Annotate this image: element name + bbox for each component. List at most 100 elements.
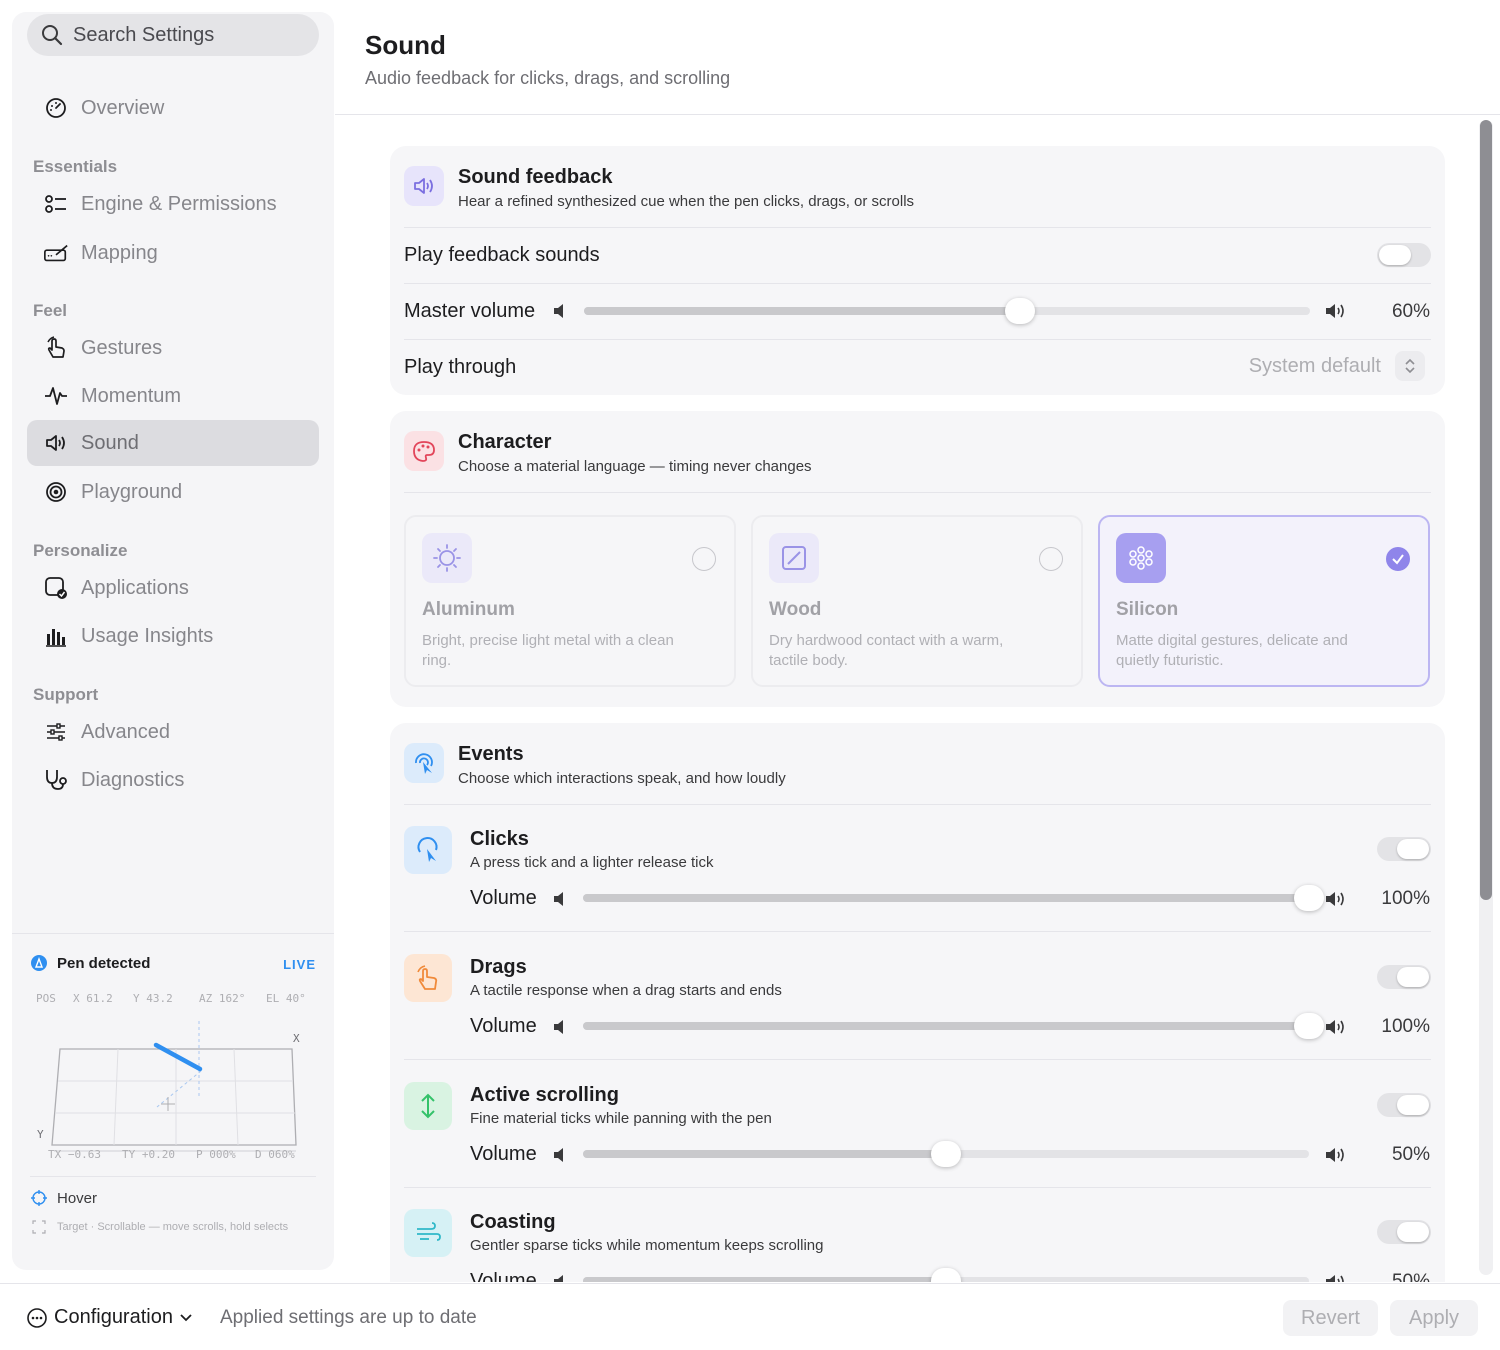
bar-chart-icon — [43, 623, 69, 649]
event-subtitle: A tactile response when a drag starts an… — [470, 982, 782, 999]
sidebar-item-momentum[interactable]: Momentum — [27, 373, 319, 419]
target-frame-icon — [32, 1220, 46, 1234]
list-toggle-icon — [43, 191, 69, 217]
card-subtitle: Choose which interactions speak, and how… — [458, 770, 786, 787]
azimuth: AZ 162° — [199, 992, 246, 1005]
sidebar-item-mapping[interactable]: Mapping — [27, 230, 319, 276]
slider-knob[interactable] — [931, 1141, 961, 1167]
palette-icon — [404, 431, 444, 471]
scrollbar-thumb[interactable] — [1480, 120, 1492, 900]
ellipsis-circle-icon — [27, 1307, 47, 1328]
click-cursor-icon — [404, 826, 452, 874]
sidebar-item-usage[interactable]: Usage Insights — [27, 613, 319, 659]
scroll-arrows-icon — [404, 1082, 452, 1130]
search-placeholder: Search Settings — [73, 23, 215, 46]
sliders-icon — [43, 719, 69, 745]
live-badge: LIVE — [283, 957, 316, 972]
sidebar-item-label: Gestures — [81, 336, 163, 359]
sidebar-item-applications[interactable]: Applications — [27, 565, 319, 611]
settings-scroll-area[interactable]: Sound feedback Hear a refined synthesize… — [335, 116, 1500, 1282]
material-radio[interactable] — [1039, 547, 1063, 571]
apply-status: Applied settings are up to date — [220, 1307, 477, 1328]
event-title: Active scrolling — [470, 1084, 619, 1106]
divider — [404, 492, 1431, 493]
drags-toggle[interactable] — [1377, 965, 1431, 989]
slider-knob[interactable] — [1294, 885, 1324, 911]
pen-status: Pen detected — [57, 955, 151, 972]
hover-status: Hover — [57, 1190, 98, 1207]
revert-button[interactable]: Revert — [1283, 1300, 1378, 1336]
slider-knob[interactable] — [1294, 1013, 1324, 1039]
sidebar-item-advanced[interactable]: Advanced — [27, 709, 319, 755]
speaker-wave-icon — [404, 166, 444, 206]
character-card: Character Choose a material language — t… — [390, 411, 1445, 707]
gauge-icon — [43, 95, 69, 121]
sidebar-item-engine[interactable]: Engine & Permissions — [27, 181, 319, 227]
master-volume-slider[interactable] — [584, 298, 1310, 324]
material-wood[interactable]: Wood Dry hardwood contact with a warm, t… — [751, 515, 1083, 687]
clicks-toggle[interactable] — [1377, 837, 1431, 861]
material-name: Silicon — [1116, 599, 1179, 620]
group-essentials: Essentials — [33, 157, 118, 176]
tilt-x: TX −0.63 — [48, 1148, 101, 1161]
sidebar-item-playground[interactable]: Playground — [27, 469, 319, 515]
slider-knob[interactable] — [931, 1268, 961, 1282]
stethoscope-icon — [43, 767, 69, 793]
configuration-menu[interactable]: Configuration — [26, 1306, 193, 1329]
drags-volume-slider[interactable] — [583, 1013, 1324, 1039]
card-subtitle: Hear a refined synthesized cue when the … — [458, 193, 915, 210]
master-volume-label: Master volume — [404, 300, 536, 322]
speaker-high-icon — [1326, 1275, 1344, 1282]
square-slash-icon — [769, 533, 819, 583]
clicks-volume-value: 100% — [1381, 888, 1430, 909]
coasting-toggle[interactable] — [1377, 1220, 1431, 1244]
chevron-down-icon — [180, 1313, 192, 1321]
sound-feedback-header: Sound feedback Hear a refined synthesize… — [404, 166, 914, 210]
scrollbar[interactable] — [1479, 120, 1493, 1275]
group-feel: Feel — [33, 301, 68, 320]
sidebar-item-label: Playground — [81, 480, 183, 503]
play-feedback-label: Play feedback sounds — [404, 244, 600, 266]
pos-label: POS — [36, 992, 56, 1005]
speaker-low-icon — [554, 304, 563, 318]
search-input[interactable]: Search Settings — [27, 14, 319, 56]
speaker-high-icon — [1326, 1020, 1344, 1034]
volume-label: Volume — [470, 887, 537, 909]
sidebar-item-overview[interactable]: Overview — [27, 85, 319, 131]
content-header: Sound Audio feedback for clicks, drags, … — [335, 0, 1500, 115]
material-radio[interactable] — [692, 547, 716, 571]
pos-x: X 61.2 — [73, 992, 113, 1005]
slider-knob[interactable] — [1004, 298, 1035, 324]
material-aluminum[interactable]: Aluminum Bright, precise light metal wit… — [404, 515, 736, 687]
material-radio-selected[interactable] — [1386, 547, 1410, 571]
distance: D 060% — [255, 1148, 295, 1161]
apply-button[interactable]: Apply — [1390, 1300, 1478, 1336]
sidebar-item-sound[interactable]: Sound — [27, 420, 319, 466]
target-icon — [43, 479, 69, 505]
hover-target: Target · Scrollable — move scrolls, hold… — [57, 1221, 289, 1233]
speaker-wave-icon — [43, 430, 69, 456]
sidebar-item-label: Mapping — [81, 241, 158, 264]
material-silicon[interactable]: Silicon Matte digital gestures, delicate… — [1098, 515, 1430, 687]
character-header: Character Choose a material language — t… — [404, 431, 812, 475]
sidebar-item-gestures[interactable]: Gestures — [27, 325, 319, 371]
sidebar-item-diagnostics[interactable]: Diagnostics — [27, 757, 319, 803]
master-volume-value: 60% — [1391, 301, 1430, 322]
event-title: Clicks — [470, 828, 529, 850]
tablet-pen-icon — [43, 240, 69, 266]
page-subtitle: Audio feedback for clicks, drags, and sc… — [365, 68, 731, 88]
active-scrolling-volume-slider[interactable] — [583, 1141, 1309, 1167]
app-check-icon — [43, 575, 69, 601]
coasting-volume-slider[interactable] — [583, 1268, 1309, 1282]
speaker-low-icon — [554, 1148, 563, 1162]
sidebar: Search Settings Overview Essentials Engi… — [12, 12, 334, 1270]
event-title: Coasting — [470, 1211, 556, 1233]
event-subtitle: A press tick and a lighter release tick — [470, 854, 714, 871]
active-scrolling-toggle[interactable] — [1377, 1093, 1431, 1117]
clicks-volume-slider[interactable] — [583, 885, 1324, 911]
play-feedback-toggle[interactable] — [1377, 243, 1431, 267]
play-through-select[interactable]: System default — [1249, 351, 1425, 381]
sidebar-item-label: Sound — [81, 431, 139, 454]
group-personalize: Personalize — [33, 541, 128, 560]
chevron-updown-icon — [1395, 351, 1425, 381]
